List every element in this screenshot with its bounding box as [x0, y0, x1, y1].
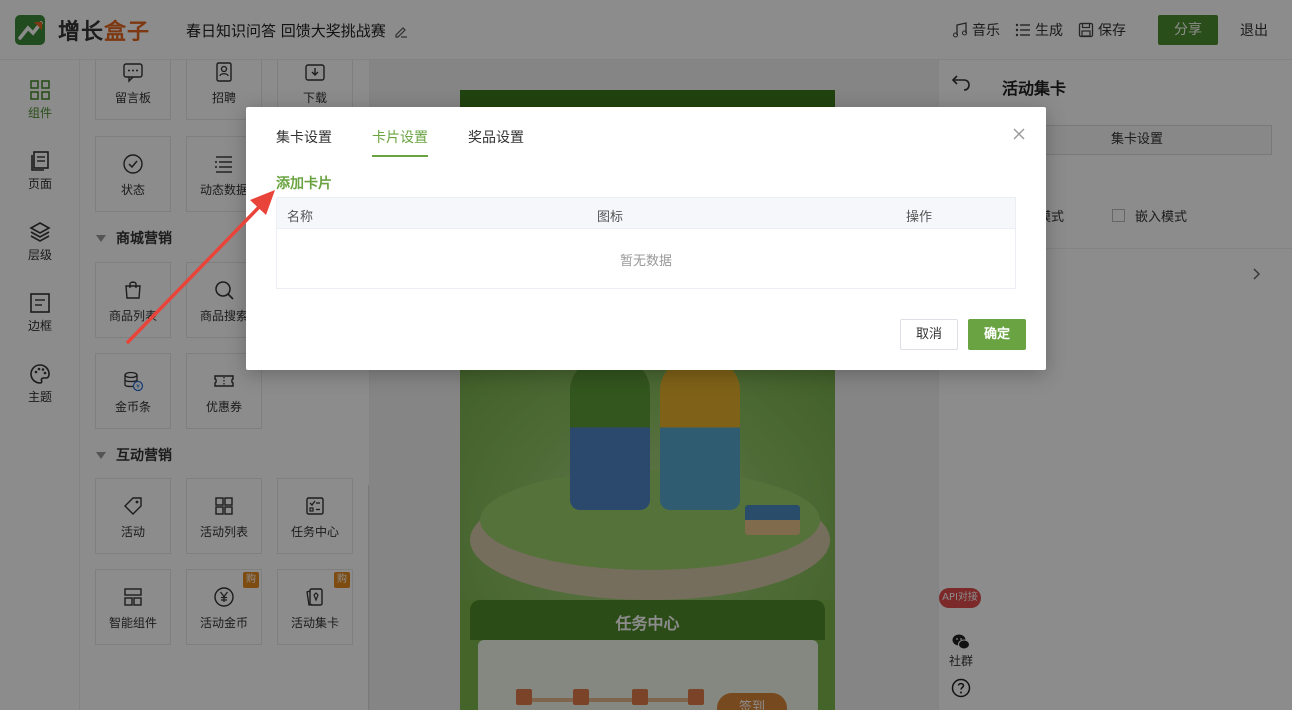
- tab-prize-settings[interactable]: 奖品设置: [468, 127, 524, 157]
- empty-state: 暂无数据: [619, 254, 672, 269]
- card-settings-dialog: 集卡设置 卡片设置 奖品设置 添加卡片 名称 图标 操作 暂无数据 取消 确定: [246, 107, 1046, 370]
- close-icon[interactable]: [1012, 127, 1026, 141]
- dialog-tabs: 集卡设置 卡片设置 奖品设置: [276, 127, 564, 157]
- tab-collect-settings[interactable]: 集卡设置: [276, 127, 332, 157]
- cancel-button[interactable]: 取消: [900, 319, 958, 350]
- column-name-header: 名称: [287, 210, 314, 225]
- tab-card-settings[interactable]: 卡片设置: [372, 127, 428, 157]
- cards-table: 名称 图标 操作 暂无数据: [276, 197, 1016, 289]
- confirm-button[interactable]: 确定: [968, 319, 1026, 350]
- add-card-link[interactable]: 添加卡片: [276, 173, 332, 193]
- column-actions-header: 操作: [906, 210, 933, 225]
- column-icon-header: 图标: [597, 210, 624, 225]
- table-header: 名称 图标 操作: [277, 198, 1015, 229]
